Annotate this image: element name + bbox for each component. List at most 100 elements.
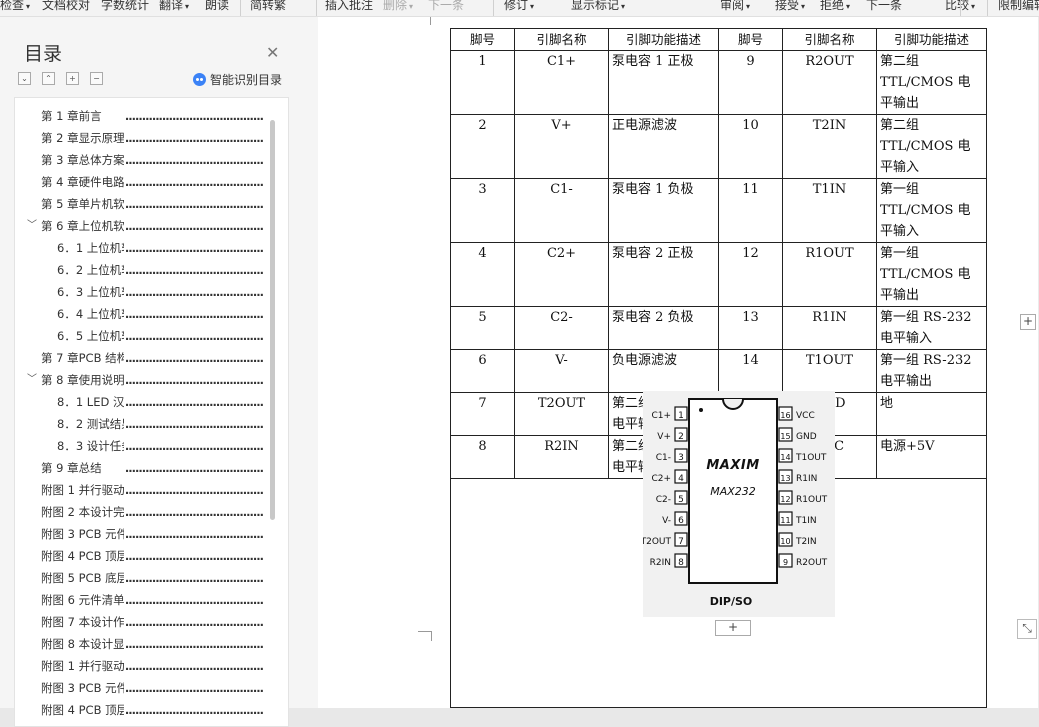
toolbar-item[interactable]: 下一条 bbox=[866, 0, 902, 13]
toc-item[interactable]: 第 2 章显示原理及控制方式分析........................… bbox=[41, 128, 263, 148]
chevron-down-icon: ▾ bbox=[846, 2, 851, 11]
toc-leader-dots: ........................................… bbox=[123, 678, 263, 698]
remove-heading-icon[interactable]: − bbox=[90, 72, 103, 85]
toolbar-item[interactable]: 拒绝 ▾ bbox=[820, 0, 850, 15]
table-cell[interactable]: V- bbox=[514, 349, 609, 393]
toolbar-item[interactable]: 字数统计 bbox=[101, 0, 149, 13]
resize-icon[interactable]: ⤡ bbox=[1017, 619, 1037, 639]
table-cell[interactable]: C1+ bbox=[514, 50, 609, 115]
toc-item[interactable]: 附图 1 并行驱动方式电路图..........................… bbox=[41, 480, 263, 500]
table-cell[interactable]: 泵电容 1 正极 bbox=[608, 50, 719, 115]
add-row-button[interactable]: + bbox=[715, 620, 751, 636]
toc-item[interactable]: 第 7 章PCB 结构设计...........................… bbox=[41, 348, 263, 368]
table-cell[interactable]: 正电源滤波 bbox=[608, 114, 719, 179]
close-icon[interactable]: ✕ bbox=[266, 43, 279, 62]
table-cell[interactable]: 10 bbox=[718, 114, 783, 179]
table-cell[interactable]: 地 bbox=[876, 392, 987, 436]
table-cell[interactable]: 第一组 RS-232 电平输出 bbox=[876, 349, 987, 393]
toolbar-item[interactable]: 朗读 bbox=[205, 0, 229, 13]
toc-item[interactable]: 8．3 设计任务完成情况............................… bbox=[57, 436, 263, 456]
add-heading-icon[interactable]: + bbox=[66, 72, 79, 85]
table-cell[interactable]: 2 bbox=[450, 114, 515, 179]
toc-item[interactable]: 6．3 上位机软件界面设计...........................… bbox=[57, 282, 263, 302]
table-cell[interactable]: 第二组 TTL/CMOS 电平输出 bbox=[876, 50, 987, 115]
toolbar-item[interactable]: 限制编辑 bbox=[998, 0, 1039, 13]
toc-item[interactable]: 6．2 上位机软件流程.............................… bbox=[57, 260, 263, 280]
toc-item[interactable]: 6．5 上位机软件使用方法及运行环.......................… bbox=[57, 326, 263, 346]
table-cell[interactable]: 5 bbox=[450, 306, 515, 350]
toolbar-item[interactable]: 翻译 ▾ bbox=[159, 0, 189, 15]
table-cell[interactable]: 负电源滤波 bbox=[608, 349, 719, 393]
table-cell[interactable]: 13 bbox=[718, 306, 783, 350]
toc-item[interactable]: 第 3 章总体方案设计与分析..........................… bbox=[41, 150, 263, 170]
table-cell[interactable]: 泵电容 2 负极 bbox=[608, 306, 719, 350]
toolbar-item[interactable]: 检查 ▾ bbox=[0, 0, 30, 15]
toc-item[interactable]: 附图 4 PCB 顶层布线...........................… bbox=[41, 700, 263, 720]
table-cell[interactable]: 电源+5V bbox=[876, 435, 987, 479]
table-cell[interactable]: T2IN bbox=[782, 114, 877, 179]
toc-scrollbar[interactable] bbox=[270, 120, 275, 520]
toc-item[interactable]: ﹀ 第 8 章使用说明与测试结果.........................… bbox=[27, 370, 264, 390]
table-cell[interactable]: T1IN bbox=[782, 178, 877, 243]
table-cell[interactable]: 8 bbox=[450, 435, 515, 479]
toc-item[interactable]: 6．4 上位机软件关键算法实现.........................… bbox=[57, 304, 263, 324]
toolbar-item[interactable]: 文档校对 bbox=[42, 0, 90, 13]
toc-item[interactable]: 8．1 LED 汉字显示屏使用说明.......................… bbox=[57, 392, 263, 412]
toc-item[interactable]: 附图 1 并行驱动方式电路图..........................… bbox=[41, 656, 263, 676]
table-cell[interactable]: 14 bbox=[718, 349, 783, 393]
toolbar-item[interactable]: 插入批注 bbox=[325, 0, 373, 13]
toolbar-item[interactable]: 下一条 bbox=[428, 0, 464, 13]
table-cell[interactable]: 1 bbox=[450, 50, 515, 115]
table-cell[interactable]: R1OUT bbox=[782, 242, 877, 307]
table-cell[interactable]: V+ bbox=[514, 114, 609, 179]
table-cell[interactable]: R1IN bbox=[782, 306, 877, 350]
table-cell[interactable]: 泵电容 1 负极 bbox=[608, 178, 719, 243]
table-cell[interactable]: 9 bbox=[718, 50, 783, 115]
toc-item[interactable]: 第 4 章硬件电路设计.............................… bbox=[41, 172, 263, 192]
table-cell[interactable]: 7 bbox=[450, 392, 515, 436]
toc-item[interactable]: 第 5 章单片机软件设计............................… bbox=[41, 194, 263, 214]
table-cell[interactable]: R2IN bbox=[514, 435, 609, 479]
toc-item[interactable]: 第 1 章前言.................................… bbox=[41, 106, 263, 126]
toc-item[interactable]: 附图 3 PCB 元件布局...........................… bbox=[41, 524, 263, 544]
toolbar-item[interactable]: 删除 ▾ bbox=[383, 0, 413, 15]
table-cell[interactable]: C2- bbox=[514, 306, 609, 350]
table-cell[interactable]: 11 bbox=[718, 178, 783, 243]
toc-item[interactable]: 附图 2 本设计完整电路图（串行传输方.....................… bbox=[41, 502, 263, 522]
toc-item[interactable]: 附图 3 PCB 元件布局...........................… bbox=[41, 678, 263, 698]
toolbar-item[interactable]: 审阅 ▾ bbox=[720, 0, 750, 15]
table-cell[interactable]: 3 bbox=[450, 178, 515, 243]
chevron-down-icon[interactable]: ﹀ bbox=[27, 370, 37, 390]
toc-item[interactable]: ﹀ 第 6 章上位机软件设计...........................… bbox=[27, 216, 264, 236]
toc-item[interactable]: 附图 8 本设计显示效果照片..........................… bbox=[41, 634, 263, 654]
table-cell[interactable]: 4 bbox=[450, 242, 515, 307]
table-cell[interactable]: C1- bbox=[514, 178, 609, 243]
toc-item[interactable]: 第 9 章总结.................................… bbox=[41, 458, 263, 478]
table-cell[interactable]: 12 bbox=[718, 242, 783, 307]
table-cell[interactable]: 第一组 TTL/CMOS 电平输出 bbox=[876, 242, 987, 307]
add-column-button[interactable]: + bbox=[1020, 314, 1036, 330]
table-cell[interactable]: R2OUT bbox=[782, 50, 877, 115]
toc-item[interactable]: 附图 4 PCB 顶层布线...........................… bbox=[41, 546, 263, 566]
toc-item[interactable]: 附图 6 元件清单...............................… bbox=[41, 590, 263, 610]
toolbar-item[interactable]: 修订 ▾ bbox=[504, 0, 534, 15]
chevron-down-icon[interactable]: ﹀ bbox=[27, 216, 37, 236]
table-cell[interactable]: T2OUT bbox=[514, 392, 609, 436]
toc-item[interactable]: 6．1 上位机软件开发环境...........................… bbox=[57, 238, 263, 258]
toolbar-item[interactable]: 显示标记 ▾ bbox=[571, 0, 625, 15]
table-cell[interactable]: 第二组 TTL/CMOS 电平输入 bbox=[876, 114, 987, 179]
toolbar-item[interactable]: 接受 ▾ bbox=[775, 0, 805, 15]
table-cell[interactable]: T1OUT bbox=[782, 349, 877, 393]
table-cell[interactable]: 泵电容 2 正极 bbox=[608, 242, 719, 307]
toc-item[interactable]: 附图 7 本设计作品照片............................… bbox=[41, 612, 263, 632]
collapse-all-icon[interactable]: ⌄ bbox=[18, 72, 31, 85]
table-cell[interactable]: 6 bbox=[450, 349, 515, 393]
table-cell[interactable]: 第一组 TTL/CMOS 电平输入 bbox=[876, 178, 987, 243]
toc-item[interactable]: 8．2 测试结果................................… bbox=[57, 414, 263, 434]
table-cell[interactable]: C2+ bbox=[514, 242, 609, 307]
table-cell[interactable]: 第一组 RS-232 电平输入 bbox=[876, 306, 987, 350]
expand-up-icon[interactable]: ⌃ bbox=[42, 72, 55, 85]
toc-item[interactable]: 附图 5 PCB 底层布线...........................… bbox=[41, 568, 263, 588]
toolbar-item[interactable]: 简转繁 bbox=[250, 0, 286, 13]
smart-toc-button[interactable]: 智能识别目录 bbox=[193, 71, 282, 88]
